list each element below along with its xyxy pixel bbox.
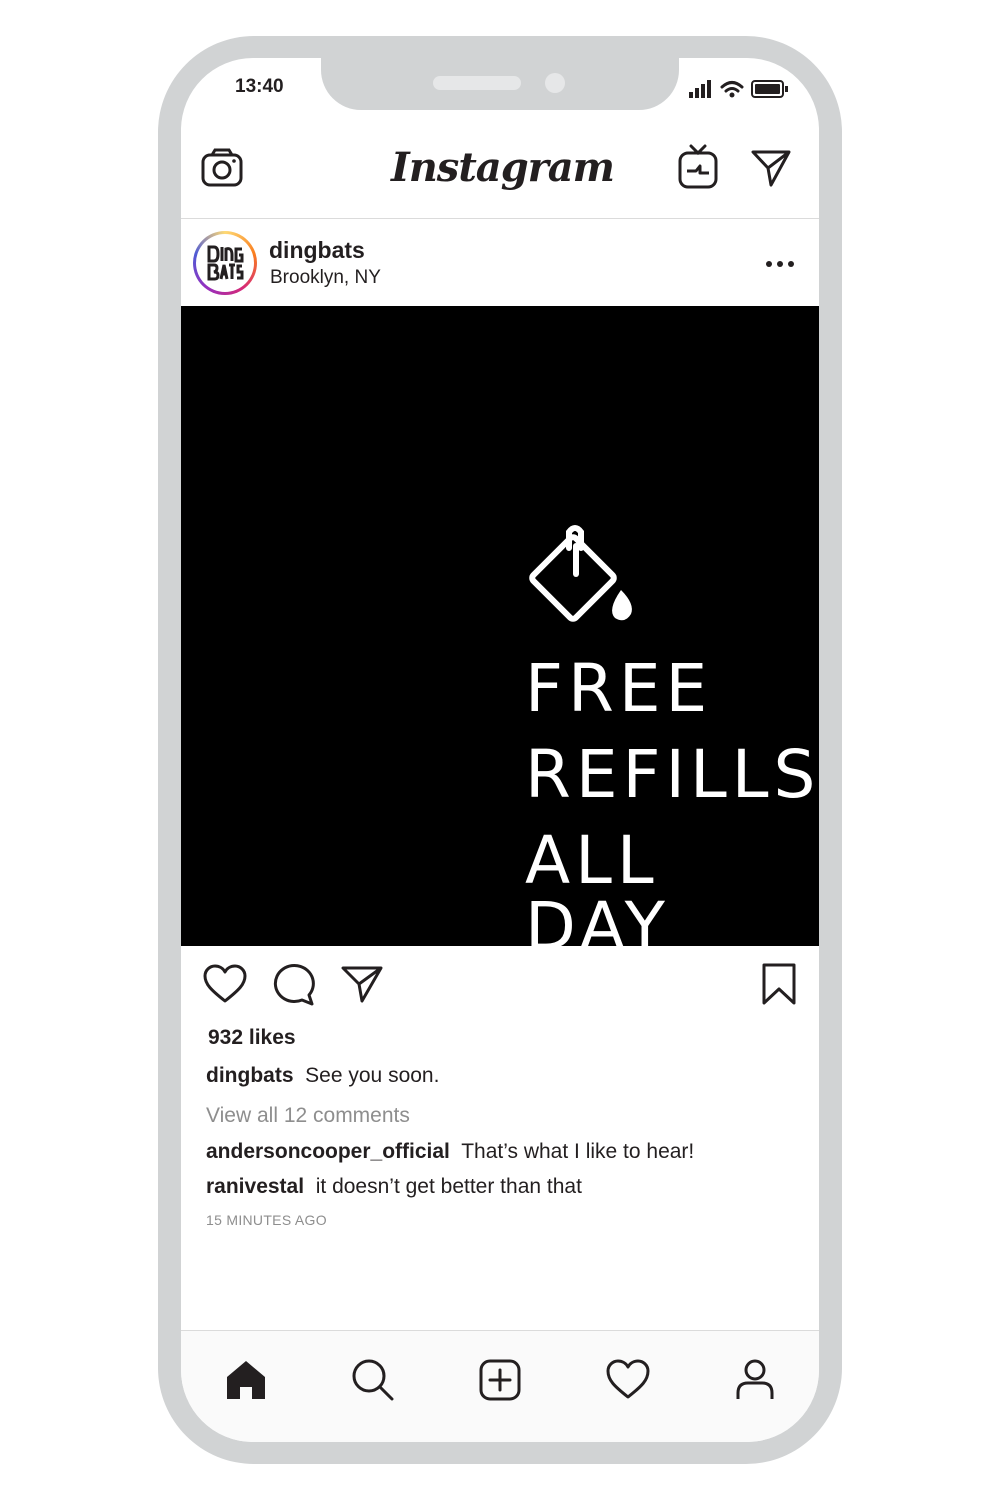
app-logo: Instagram: [391, 144, 615, 191]
avatar-logo: [196, 234, 254, 292]
caption-username[interactable]: dingbats: [206, 1064, 294, 1087]
top-bar: Instagram: [181, 134, 819, 219]
nav-home-icon[interactable]: [223, 1357, 269, 1403]
paint-bucket-icon: [521, 520, 641, 632]
caption-text: See you soon.: [305, 1064, 440, 1087]
post-header: dingbats Brooklyn, NY: [181, 219, 819, 305]
likes-count[interactable]: 932 likes: [208, 1026, 296, 1050]
battery-icon: [751, 80, 788, 98]
like-heart-icon[interactable]: [203, 964, 247, 1004]
notch: [321, 58, 679, 110]
status-time: 13:40: [235, 76, 284, 97]
nav-add-post-icon[interactable]: [477, 1357, 523, 1403]
front-camera: [545, 73, 565, 93]
bottom-nav: [181, 1330, 819, 1442]
share-icon[interactable]: [341, 964, 383, 1004]
nav-search-icon[interactable]: [350, 1357, 396, 1403]
nav-profile-icon[interactable]: [732, 1357, 778, 1403]
wifi-icon: [720, 81, 744, 93]
post-actions: [181, 948, 819, 1022]
comment-icon[interactable]: [273, 964, 315, 1006]
dingbats-logo-icon: [207, 245, 244, 281]
comment-text: it doesn’t get better than that: [315, 1175, 582, 1198]
bookmark-icon[interactable]: [761, 962, 797, 1006]
nav-activity-heart-icon[interactable]: [605, 1357, 651, 1403]
signal-icon: [689, 80, 711, 98]
comment-username[interactable]: andersoncooper_official: [206, 1140, 450, 1163]
comment-username[interactable]: ranivestal: [206, 1175, 304, 1198]
post-location[interactable]: Brooklyn, NY: [270, 267, 381, 289]
igtv-icon[interactable]: [678, 144, 718, 190]
avatar[interactable]: [193, 231, 257, 295]
speaker: [433, 76, 521, 90]
comment: andersoncooper_official That’s what I li…: [206, 1140, 694, 1164]
post-caption: dingbats See you soon.: [206, 1064, 439, 1088]
promo-text-line: REFILLS: [525, 736, 819, 813]
view-all-comments-link[interactable]: View all 12 comments: [206, 1104, 410, 1128]
promo-text-line: FREE: [525, 650, 713, 727]
post-timestamp: 15 MINUTES AGO: [206, 1212, 327, 1228]
post-image[interactable]: FREE REFILLS ALL DAY: [181, 306, 819, 960]
post-username[interactable]: dingbats: [269, 237, 365, 264]
camera-icon[interactable]: [201, 148, 243, 188]
promo-text-line: ALL DAY: [525, 822, 671, 965]
status-icons: [689, 78, 789, 100]
comment: ranivestal it doesn’t get better than th…: [206, 1175, 582, 1199]
direct-message-icon[interactable]: [751, 148, 791, 188]
comment-text: That’s what I like to hear!: [461, 1140, 695, 1163]
phone-screen: 13:40 Instagram dingbats Brooklyn, NY FR…: [181, 58, 819, 1442]
more-options-icon[interactable]: [765, 259, 795, 269]
